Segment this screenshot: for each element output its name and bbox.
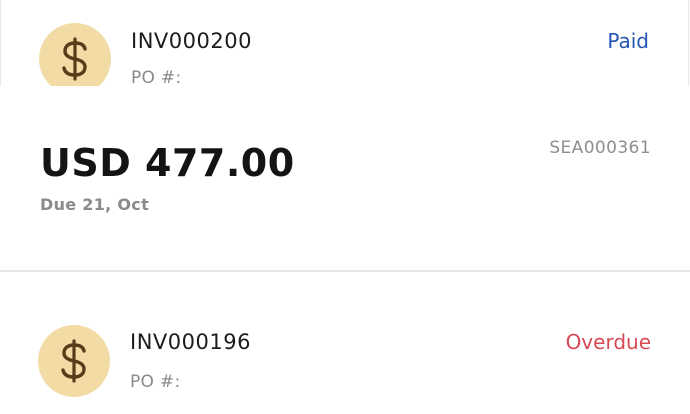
dollar-icon xyxy=(61,339,86,383)
invoice-avatar xyxy=(38,325,110,397)
invoice-card-header[interactable]: INV000196 PO #: Overdue xyxy=(0,272,690,414)
invoice-number: INV000200 xyxy=(131,29,252,53)
dollar-icon xyxy=(62,37,87,81)
status-badge: Overdue xyxy=(565,330,651,354)
invoice-number: INV000196 xyxy=(130,330,251,354)
invoice-amount: USD 477.00 xyxy=(40,141,295,185)
status-badge: Paid xyxy=(607,29,649,53)
invoice-list: INV000200 PO #: Paid USD 477.00 Due 21, … xyxy=(0,0,690,414)
po-label: PO #: xyxy=(131,68,182,88)
reference-code: SEA000361 xyxy=(549,138,651,158)
due-date: Due 21, Oct xyxy=(40,195,150,214)
invoice-avatar xyxy=(39,23,111,95)
invoice-amount-section[interactable]: USD 477.00 Due 21, Oct SEA000361 xyxy=(0,86,690,271)
po-label: PO #: xyxy=(130,372,181,392)
invoice-card-header[interactable]: INV000200 PO #: Paid xyxy=(0,0,689,95)
